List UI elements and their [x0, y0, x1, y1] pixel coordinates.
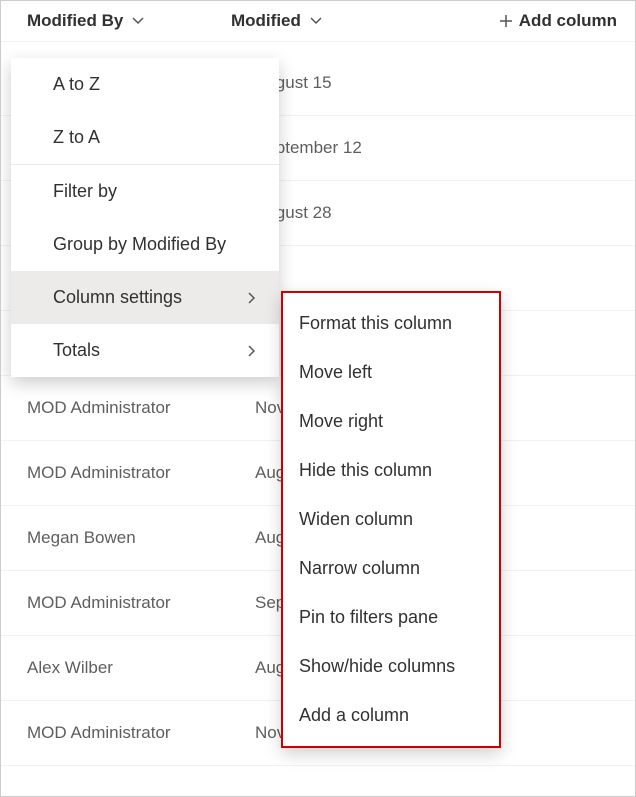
menu-item-label: Group by Modified By — [53, 234, 226, 255]
menu-item-group-by[interactable]: Group by Modified By — [11, 218, 279, 271]
menu-item-totals[interactable]: Totals — [11, 324, 279, 377]
menu-item-z-to-a[interactable]: Z to A — [11, 111, 279, 164]
list-view: Modified By Modified Add column August 1… — [0, 0, 636, 797]
column-header-label: Modified By — [27, 11, 123, 31]
menu-item-label: Z to A — [53, 127, 100, 148]
submenu-item-widen-column[interactable]: Widen column — [283, 495, 499, 544]
cell-modified-by: MOD Administrator — [1, 398, 231, 418]
column-dropdown-menu: A to Z Z to A Filter by Group by Modifie… — [11, 58, 279, 377]
column-header-modified-by[interactable]: Modified By — [1, 11, 231, 31]
menu-item-label: Column settings — [53, 287, 182, 308]
menu-item-label: A to Z — [53, 74, 100, 95]
menu-item-a-to-z[interactable]: A to Z — [11, 58, 279, 111]
column-header-label: Modified — [231, 11, 301, 31]
chevron-right-icon — [245, 291, 259, 305]
menu-item-label: Filter by — [53, 181, 117, 202]
submenu-item-show-hide-columns[interactable]: Show/hide columns — [283, 642, 499, 691]
submenu-item-pin-filters[interactable]: Pin to filters pane — [283, 593, 499, 642]
cell-modified: August 15 — [231, 73, 635, 93]
submenu-item-move-right[interactable]: Move right — [283, 397, 499, 446]
submenu-item-add-column[interactable]: Add a column — [283, 691, 499, 740]
cell-modified-by: MOD Administrator — [1, 463, 231, 483]
add-column-label: Add column — [519, 11, 617, 31]
submenu-item-format-column[interactable]: Format this column — [283, 299, 499, 348]
menu-item-filter-by[interactable]: Filter by — [11, 164, 279, 218]
submenu-item-narrow-column[interactable]: Narrow column — [283, 544, 499, 593]
column-settings-submenu: Format this column Move left Move right … — [281, 291, 501, 748]
chevron-right-icon — [245, 344, 259, 358]
chevron-down-icon — [309, 14, 323, 28]
cell-modified: September 12 — [231, 138, 635, 158]
cell-modified-by: Alex Wilber — [1, 658, 231, 678]
menu-item-label: Totals — [53, 340, 100, 361]
submenu-item-hide-column[interactable]: Hide this column — [283, 446, 499, 495]
cell-modified-by: Megan Bowen — [1, 528, 231, 548]
menu-item-column-settings[interactable]: Column settings — [11, 271, 279, 324]
plus-icon — [499, 14, 513, 28]
cell-modified-by: MOD Administrator — [1, 593, 231, 613]
cell-modified: August 28 — [231, 203, 635, 223]
add-column-button[interactable]: Add column — [431, 11, 635, 31]
column-headers: Modified By Modified Add column — [1, 1, 635, 42]
submenu-item-move-left[interactable]: Move left — [283, 348, 499, 397]
cell-modified-by: MOD Administrator — [1, 723, 231, 743]
chevron-down-icon — [131, 14, 145, 28]
column-header-modified[interactable]: Modified — [231, 11, 431, 31]
